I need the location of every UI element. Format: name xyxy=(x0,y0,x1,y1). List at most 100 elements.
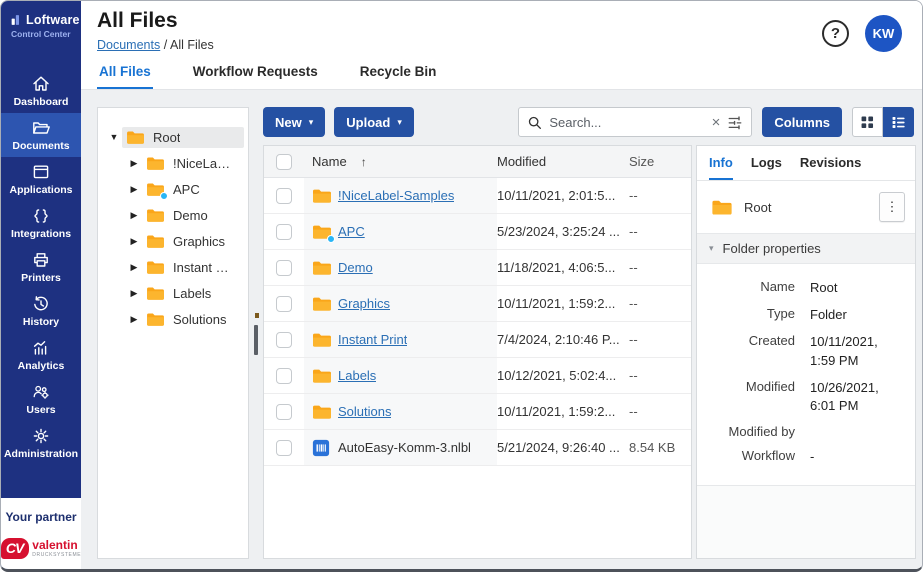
property-value: 10/11/2021, 1:59 PM xyxy=(810,333,905,369)
tab-logs[interactable]: Logs xyxy=(751,146,782,180)
sidebar-item-analytics[interactable]: Analytics xyxy=(1,333,81,377)
row-checkbox[interactable] xyxy=(276,296,292,312)
tree-item-nicelabel[interactable]: ▶ !NiceLabel-... xyxy=(106,150,244,176)
cv-logo-badge: CV xyxy=(1,538,29,559)
property-label: Modified xyxy=(703,379,795,415)
chevron-right-icon[interactable]: ▶ xyxy=(126,236,142,247)
row-checkbox[interactable] xyxy=(276,224,292,240)
tree-item-root[interactable]: ▼ Root xyxy=(106,124,244,150)
brand-name: Loftware xyxy=(26,13,80,27)
row-checkbox[interactable] xyxy=(276,440,292,456)
chevron-right-icon[interactable]: ▶ xyxy=(126,158,142,169)
tab-workflow-requests[interactable]: Workflow Requests xyxy=(191,56,320,89)
chevron-right-icon[interactable]: ▶ xyxy=(126,184,142,195)
chart-icon xyxy=(31,338,51,358)
property-row: Modified by xyxy=(703,424,905,439)
users-gear-icon xyxy=(31,382,51,402)
chevron-right-icon[interactable]: ▶ xyxy=(126,262,142,273)
tree-item-labels[interactable]: ▶ Labels xyxy=(106,280,244,306)
tree-item-apc[interactable]: ▶ APC xyxy=(106,176,244,202)
row-checkbox[interactable] xyxy=(276,404,292,420)
brand-logo: Loftware Control Center xyxy=(1,1,81,43)
tab-revisions[interactable]: Revisions xyxy=(800,146,861,180)
home-icon xyxy=(31,74,51,94)
panel-resize-handle[interactable] xyxy=(253,107,259,559)
sidebar-item-documents[interactable]: Documents xyxy=(1,113,81,157)
sidebar-item-printers[interactable]: Printers xyxy=(1,245,81,289)
tab-recycle-bin[interactable]: Recycle Bin xyxy=(358,56,439,89)
upload-button-label: Upload xyxy=(346,115,390,130)
new-button[interactable]: New ▾ xyxy=(263,107,325,137)
tree-item-demo[interactable]: ▶ Demo xyxy=(106,202,244,228)
row-checkbox[interactable] xyxy=(276,368,292,384)
chevron-down-icon[interactable]: ▼ xyxy=(106,132,122,142)
chevron-right-icon[interactable]: ▶ xyxy=(126,314,142,325)
grid-view-button[interactable] xyxy=(852,107,883,137)
breadcrumb-documents-link[interactable]: Documents xyxy=(97,38,160,52)
folder-link[interactable]: Demo xyxy=(338,260,373,275)
folder-link[interactable]: Graphics xyxy=(338,296,390,311)
size-cell: -- xyxy=(629,322,691,357)
select-all-checkbox[interactable] xyxy=(276,154,292,170)
size-cell: -- xyxy=(629,178,691,213)
folder-icon xyxy=(146,234,165,249)
size-cell: -- xyxy=(629,394,691,429)
chevron-down-icon: ▾ xyxy=(397,117,402,128)
property-value xyxy=(810,424,905,439)
sidebar-item-users[interactable]: Users xyxy=(1,377,81,421)
folder-link[interactable]: Instant Print xyxy=(338,332,407,347)
folder-link[interactable]: !NiceLabel-Samples xyxy=(338,188,454,203)
tree-item-solutions[interactable]: ▶ Solutions xyxy=(106,306,244,332)
sidebar-item-dashboard[interactable]: Dashboard xyxy=(1,69,81,113)
column-header-size[interactable]: Size xyxy=(629,154,691,169)
columns-button-label: Columns xyxy=(774,115,830,130)
row-checkbox[interactable] xyxy=(276,260,292,276)
row-checkbox[interactable] xyxy=(276,332,292,348)
folder-link[interactable]: Labels xyxy=(338,368,376,383)
clear-search-icon[interactable]: × xyxy=(712,115,721,130)
list-view-button[interactable] xyxy=(883,107,914,137)
partner-label: Your partner xyxy=(5,510,77,524)
sidebar-item-integrations[interactable]: Integrations xyxy=(1,201,81,245)
kebab-menu-icon[interactable]: ⋮ xyxy=(879,192,905,222)
modified-cell: 10/11/2021, 1:59:2... xyxy=(497,286,629,321)
column-header-modified[interactable]: Modified xyxy=(497,154,629,169)
folder-link[interactable]: Solutions xyxy=(338,404,391,419)
chevron-right-icon[interactable]: ▶ xyxy=(126,210,142,221)
window-icon xyxy=(31,162,51,182)
tab-all-files[interactable]: All Files xyxy=(97,56,153,89)
file-table: Name ↑ Modified Size !NiceLabel-Samples xyxy=(263,145,692,559)
folder-link[interactable]: APC xyxy=(338,224,365,239)
modified-cell: 5/23/2024, 3:25:24 ... xyxy=(497,214,629,249)
sidebar-item-label: Dashboard xyxy=(14,96,69,108)
filter-sliders-icon[interactable] xyxy=(727,114,743,130)
columns-button[interactable]: Columns xyxy=(762,107,842,137)
sidebar-item-applications[interactable]: Applications xyxy=(1,157,81,201)
property-value: - xyxy=(810,448,905,466)
sync-badge xyxy=(327,235,335,243)
sidebar-item-administration[interactable]: Administration xyxy=(1,421,81,465)
file-name[interactable]: AutoEasy-Komm-3.nlbl xyxy=(338,440,471,455)
page-header: All Files Documents / All Files ? KW xyxy=(81,1,922,56)
tree-item-instant-print[interactable]: ▶ Instant Print xyxy=(106,254,244,280)
folder-icon xyxy=(146,312,165,327)
tree-item-graphics[interactable]: ▶ Graphics xyxy=(106,228,244,254)
upload-button[interactable]: Upload ▾ xyxy=(334,107,414,137)
column-header-name[interactable]: Name ↑ xyxy=(304,154,497,169)
sidebar-item-history[interactable]: History xyxy=(1,289,81,333)
selected-item-row: Root ⋮ xyxy=(697,181,915,233)
help-icon[interactable]: ? xyxy=(822,20,849,47)
property-value: Root xyxy=(810,279,905,297)
tree-item-label: Solutions xyxy=(173,312,226,327)
folder-properties-section-header[interactable]: ▾ Folder properties xyxy=(697,233,915,264)
row-checkbox[interactable] xyxy=(276,188,292,204)
search-input[interactable] xyxy=(549,115,704,130)
loftware-logo-icon xyxy=(9,13,22,27)
tab-info[interactable]: Info xyxy=(709,146,733,180)
toolbar: New ▾ Upload ▾ × Columns xyxy=(263,107,916,137)
list-view-icon xyxy=(890,114,907,131)
chevron-right-icon[interactable]: ▶ xyxy=(126,288,142,299)
modified-cell: 11/18/2021, 4:06:5... xyxy=(497,250,629,285)
printer-icon xyxy=(31,250,51,270)
avatar[interactable]: KW xyxy=(865,15,902,52)
